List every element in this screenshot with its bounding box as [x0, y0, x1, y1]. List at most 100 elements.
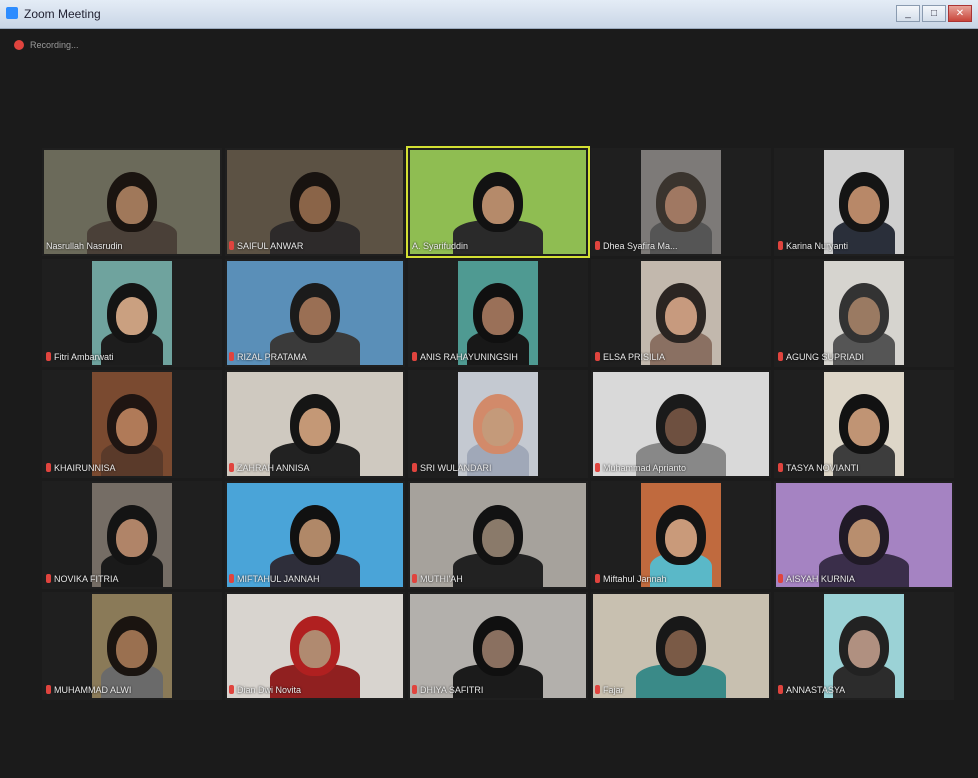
muted-mic-icon	[46, 352, 51, 361]
participant-name-label: KHAIRUNNISA	[46, 461, 218, 474]
window-title: Zoom Meeting	[24, 7, 101, 21]
participant-name: NOVIKA FITRIA	[54, 573, 119, 584]
participant-name-label: NOVIKA FITRIA	[46, 572, 218, 585]
participant-tile[interactable]: AISYAH KURNIA	[774, 481, 954, 589]
participant-tile[interactable]: RIZAL PRATAMA	[225, 259, 405, 367]
minimize-button[interactable]: _	[896, 5, 920, 22]
participant-face	[116, 408, 148, 446]
participant-face	[665, 186, 697, 224]
participant-tile[interactable]: DHIYA SAFITRI	[408, 592, 588, 700]
zoom-window: Zoom Meeting _ □ ✕ Recording... Nasrulla…	[0, 0, 978, 778]
participant-tile[interactable]: KHAIRUNNISA	[42, 370, 222, 478]
participant-face	[299, 408, 331, 446]
participant-tile[interactable]: ELSA PRISILIA	[591, 259, 771, 367]
muted-mic-icon	[595, 574, 600, 583]
participant-name-label: Dhea Syafira Ma...	[595, 239, 767, 252]
participant-tile[interactable]: Fitri Ambarwati	[42, 259, 222, 367]
participant-tile[interactable]: Nasrullah Nasrudin	[42, 148, 222, 256]
participant-face	[665, 630, 697, 668]
participant-tile[interactable]: NOVIKA FITRIA	[42, 481, 222, 589]
muted-mic-icon	[595, 241, 600, 250]
maximize-button[interactable]: □	[922, 5, 946, 22]
muted-mic-icon	[229, 574, 234, 583]
window-controls: _ □ ✕	[896, 5, 972, 22]
participant-name-label: Nasrullah Nasrudin	[46, 239, 218, 252]
participant-name-label: ANIS RAHAYUNINGSIH	[412, 350, 584, 363]
muted-mic-icon	[46, 574, 51, 583]
participant-face	[116, 297, 148, 335]
muted-mic-icon	[595, 352, 600, 361]
record-icon	[14, 40, 24, 50]
participant-name: TASYA NOVIANTI	[786, 462, 859, 473]
participant-name: Fajar	[603, 684, 624, 695]
participant-face	[482, 186, 514, 224]
participant-tile[interactable]: Karina Nuryanti	[774, 148, 954, 256]
participant-tile[interactable]: Dian Dwi Novita	[225, 592, 405, 700]
participant-tile[interactable]: ANIS RAHAYUNINGSIH	[408, 259, 588, 367]
participant-name-label: Karina Nuryanti	[778, 239, 950, 252]
participant-name-label: Dian Dwi Novita	[229, 683, 401, 696]
participant-name-label: MUHAMMAD ALWI	[46, 683, 218, 696]
participant-name: DHIYA SAFITRI	[420, 684, 484, 695]
participant-name: AISYAH KURNIA	[786, 573, 855, 584]
participant-name: ANIS RAHAYUNINGSIH	[420, 351, 518, 362]
muted-mic-icon	[778, 241, 783, 250]
participant-face	[848, 297, 880, 335]
participant-name-label: SRI WULANDARI	[412, 461, 584, 474]
participant-tile[interactable]: AGUNG SUPRIADI	[774, 259, 954, 367]
participant-name: ELSA PRISILIA	[603, 351, 666, 362]
participant-tile[interactable]: ANNASTASYA	[774, 592, 954, 700]
participant-name-label: Fitri Ambarwati	[46, 350, 218, 363]
participant-name-label: A. Syarifuddin	[412, 239, 584, 252]
participant-tile[interactable]: MIFTAHUL JANNAH	[225, 481, 405, 589]
participant-face	[848, 408, 880, 446]
muted-mic-icon	[778, 352, 783, 361]
participant-name-label: Fajar	[595, 683, 767, 696]
muted-mic-icon	[778, 685, 783, 694]
participant-face	[665, 408, 697, 446]
participant-tile[interactable]: TASYA NOVIANTI	[774, 370, 954, 478]
participant-tile[interactable]: A. Syarifuddin	[406, 146, 590, 258]
muted-mic-icon	[412, 685, 417, 694]
participant-name-label: AGUNG SUPRIADI	[778, 350, 950, 363]
participant-tile[interactable]: SRI WULANDARI	[408, 370, 588, 478]
participant-face	[116, 186, 148, 224]
muted-mic-icon	[46, 685, 51, 694]
participant-name: MUTHI'AH	[420, 573, 463, 584]
participant-tile[interactable]: ZAHRAH ANNISA	[225, 370, 405, 478]
participant-name-label: Miftahul Jannah	[595, 572, 767, 585]
participant-face	[665, 297, 697, 335]
muted-mic-icon	[229, 463, 234, 472]
muted-mic-icon	[412, 574, 417, 583]
recording-indicator[interactable]: Recording...	[14, 40, 79, 50]
participant-name-label: ANNASTASYA	[778, 683, 950, 696]
participant-face	[482, 519, 514, 557]
participant-tile[interactable]: Miftahul Jannah	[591, 481, 771, 589]
participant-tile[interactable]: Fajar	[591, 592, 771, 700]
participant-face	[848, 186, 880, 224]
participant-name: MUHAMMAD ALWI	[54, 684, 132, 695]
muted-mic-icon	[229, 685, 234, 694]
participant-name: ZAHRAH ANNISA	[237, 462, 310, 473]
participant-tile[interactable]: MUHAMMAD ALWI	[42, 592, 222, 700]
close-button[interactable]: ✕	[948, 5, 972, 22]
participant-face	[482, 630, 514, 668]
muted-mic-icon	[46, 463, 51, 472]
recording-label: Recording...	[30, 40, 79, 50]
participant-tile[interactable]: Muhammad Aprianto	[591, 370, 771, 478]
participant-name: Nasrullah Nasrudin	[46, 240, 123, 251]
participant-name: Muhammad Aprianto	[603, 462, 687, 473]
participant-name-label: Muhammad Aprianto	[595, 461, 767, 474]
participant-name: A. Syarifuddin	[412, 240, 469, 251]
participant-name-label: MUTHI'AH	[412, 572, 584, 585]
participant-name: SAIFUL ANWAR	[237, 240, 304, 251]
participant-face	[116, 630, 148, 668]
participant-face	[299, 630, 331, 668]
participant-tile[interactable]: Dhea Syafira Ma...	[591, 148, 771, 256]
participant-face	[299, 519, 331, 557]
participant-tile[interactable]: MUTHI'AH	[408, 481, 588, 589]
participant-face	[848, 519, 880, 557]
participant-tile[interactable]: SAIFUL ANWAR	[225, 148, 405, 256]
zoom-app-icon	[6, 7, 18, 19]
participant-name: ANNASTASYA	[786, 684, 846, 695]
